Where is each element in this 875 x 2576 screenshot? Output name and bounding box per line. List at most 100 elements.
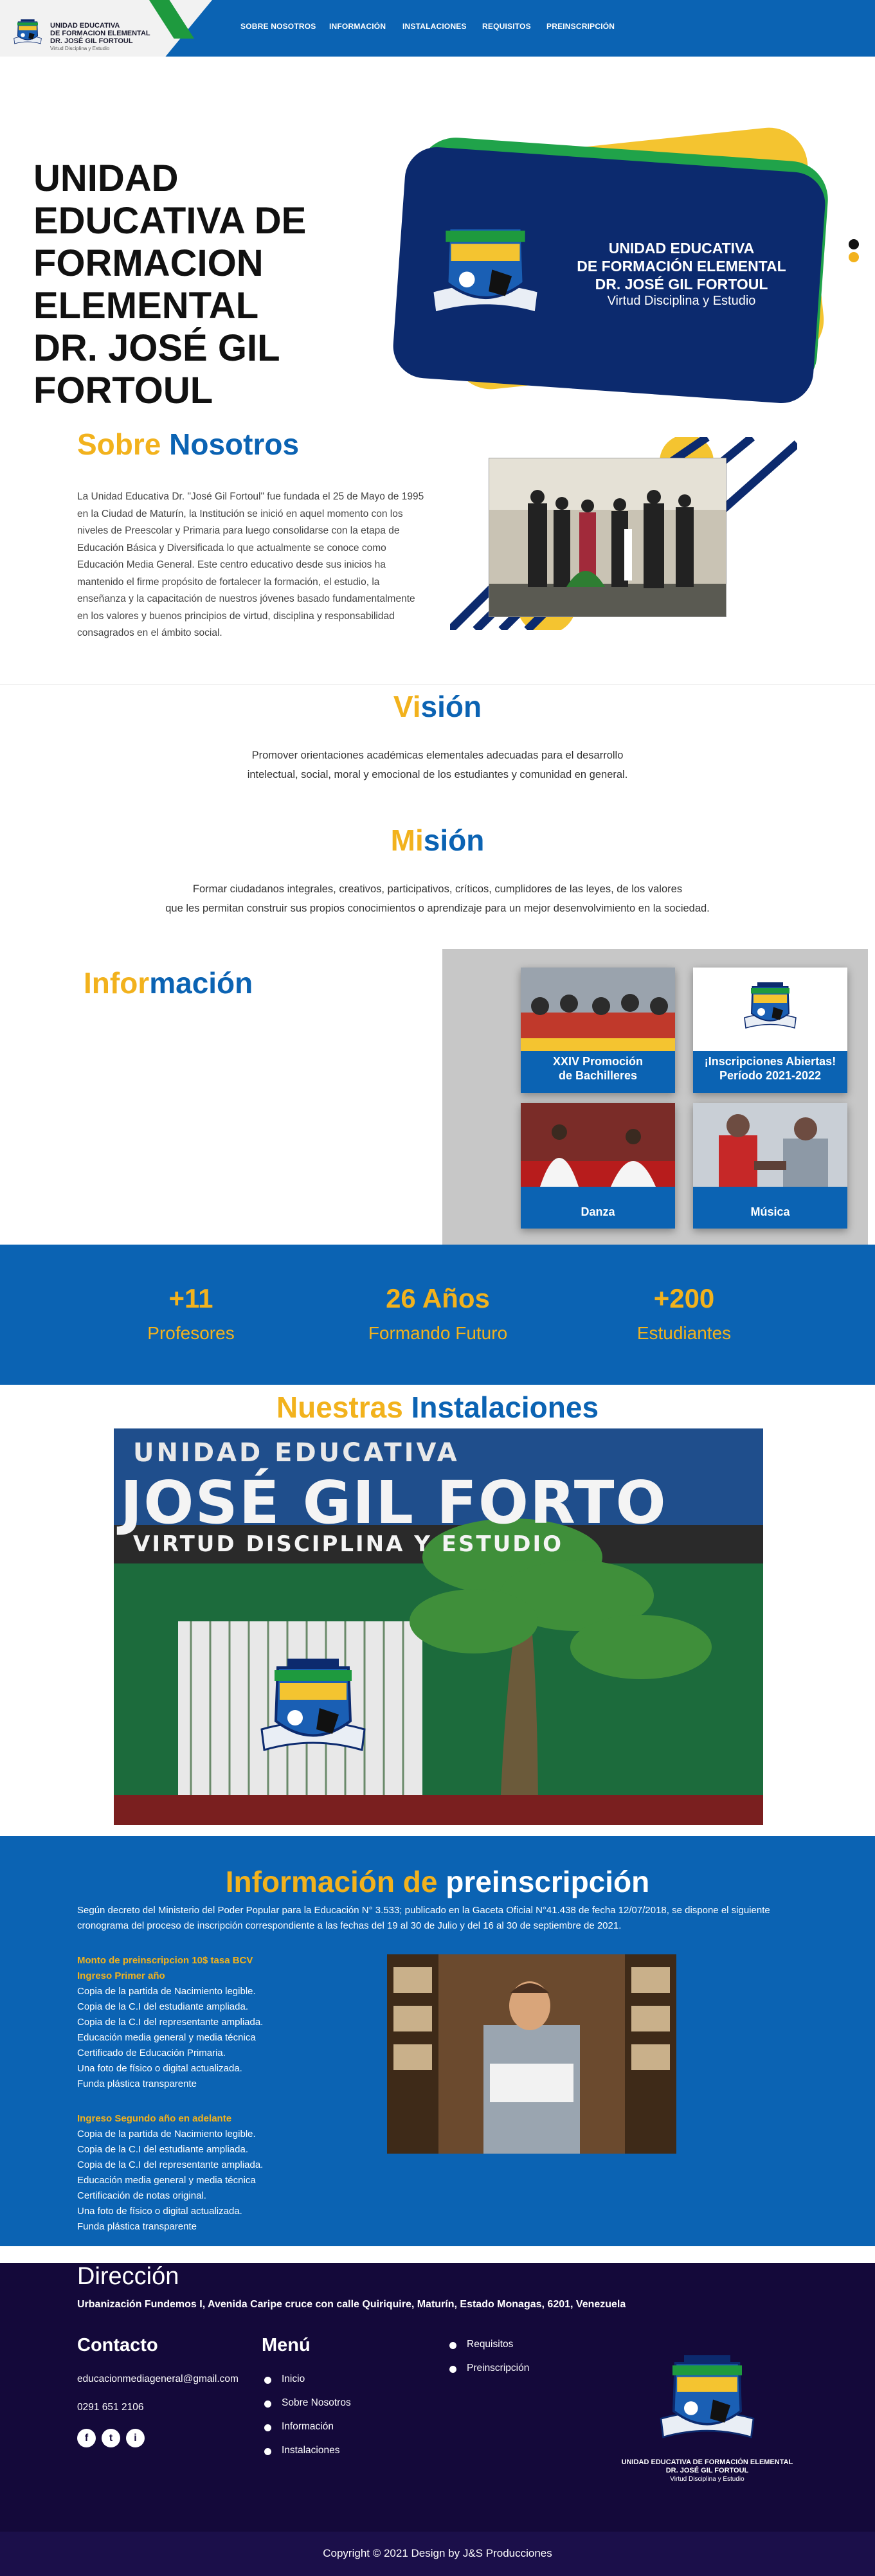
nav-preinscripcion[interactable]: PREINSCRIPCIÓN [546, 22, 615, 31]
stat-number: +11 [168, 1283, 213, 1313]
logo-line4: Virtud Disciplina y Estudio [50, 46, 110, 51]
twitter-icon[interactable]: t [102, 2429, 120, 2447]
info-card-inscripciones[interactable]: ¡Inscripciones Abiertas! Período 2021-20… [693, 968, 847, 1093]
card-caption-line: XXIV Promoción [552, 1055, 644, 1068]
hero-title-line: EDUCATIVA DE [33, 200, 307, 242]
facilities-photo: UNIDAD EDUCATIVA JOSÉ GIL FORTO VIRTUD D… [114, 1428, 763, 1825]
banner-title-line: DR. JOSÉ GIL FORTOUL [595, 276, 768, 293]
school-crest-logo[interactable] [9, 18, 46, 49]
requirement-item: Copia de la C.I del estudiante ampliada. [77, 2144, 249, 2155]
banner-subtitle: Virtud Disciplina y Estudio [607, 294, 756, 308]
about-text: La Unidad Educativa Dr. "José Gil Fortou… [77, 491, 424, 638]
hero-title-line: FORMACION [33, 242, 264, 284]
bullet-icon [264, 2400, 271, 2408]
vision-line: Promover orientaciones académicas elemen… [251, 750, 624, 761]
copyright-text: Copyright © 2021 Design by J&S Produccio… [323, 2547, 552, 2559]
nav-instalaciones[interactable]: INSTALACIONES [402, 22, 467, 31]
facilities-sign-top: UNIDAD EDUCATIVA [133, 1438, 460, 1468]
footer-contact-title: Contacto [77, 2335, 158, 2355]
info-title-a: Infor [84, 966, 150, 1000]
site-header: UNIDAD EDUCATIVA DE FORMACION ELEMENTAL … [0, 0, 875, 57]
footer-menu-sobre-nosotros[interactable]: Sobre Nosotros [282, 2397, 351, 2409]
footer-menu-requisitos[interactable]: Requisitos [467, 2339, 513, 2350]
vision-title-b: sión [420, 690, 482, 723]
info-card-danza[interactable]: Danza [521, 1103, 675, 1229]
hero-title: UNIDAD EDUCATIVA DE FORMACION ELEMENTAL … [33, 158, 368, 412]
hero-title-line: ELEMENTAL [33, 285, 259, 327]
facilities-sign-sub: VIRTUD DISCIPLINA Y ESTUDIO [133, 1531, 564, 1557]
requirement-item: Funda plástica transparente [77, 2221, 197, 2232]
nav-informacion[interactable]: INFORMACIÓN [329, 22, 386, 31]
nav-requisitos[interactable]: REQUISITOS [482, 22, 531, 31]
banner-title: UNIDAD EDUCATIVA DE FORMACIÓN ELEMENTAL … [553, 239, 810, 293]
card-caption: Música [750, 1205, 790, 1218]
info-title: Información [84, 966, 253, 1000]
requirements-second-year: Ingreso Segundo año en adelante Copia de… [77, 2111, 263, 2235]
about-group-photo [489, 458, 726, 617]
requirement-item: Certificado de Educación Primaria. [77, 2048, 226, 2058]
footer-menu-preinscripcion[interactable]: Preinscripción [467, 2363, 529, 2374]
info-card-musica[interactable]: Música [693, 1103, 847, 1229]
banner-title-line: DE FORMACIÓN ELEMENTAL [577, 258, 786, 275]
info-card-promocion[interactable]: XXIV Promoción de Bachilleres [521, 968, 675, 1093]
slider-dot[interactable] [849, 252, 859, 262]
intro-line: Según decreto del Ministerio del Poder P… [77, 1905, 770, 1916]
requirement-item: Copia de la C.I del estudiante ampliada. [77, 2001, 249, 2012]
footer-email[interactable]: educacionmediageneral@gmail.com [77, 2373, 239, 2385]
requirement-item: Certificación de notas original. [77, 2190, 206, 2201]
facebook-icon[interactable]: f [77, 2429, 96, 2447]
stat-number: +200 [653, 1283, 715, 1313]
requirements-heading: Ingreso Primer año [77, 1970, 165, 1981]
info-title-b: mación [149, 966, 253, 1000]
card-caption-line: ¡Inscripciones Abiertas! [704, 1055, 836, 1068]
footer-menu-informacion[interactable]: Información [282, 2421, 334, 2433]
requirement-item: Una foto de físico o digital actualizada… [77, 2063, 242, 2074]
footer-phone[interactable]: 0291 651 2106 [77, 2402, 143, 2413]
footer-address: Urbanización Fundemos I, Avenida Caripe … [77, 2299, 626, 2310]
footer-menu-title: Menú [262, 2335, 311, 2355]
hero-title-line: UNIDAD [33, 158, 179, 199]
about-title-b: Nosotros [169, 428, 300, 461]
vision-title-a: Vi [393, 690, 421, 723]
footer-logo-text: UNIDAD EDUCATIVA DE FORMACIÓN ELEMENTAL … [617, 2458, 797, 2483]
stat-label: Estudiantes [636, 1323, 732, 1343]
requirement-item: Educación media general y media técnica [77, 2032, 256, 2043]
requirement-item: Copia de la partida de Nacimiento legibl… [77, 1986, 256, 1997]
card-image [521, 968, 675, 1051]
about-title: Sobre Nosotros [77, 427, 299, 462]
slider-dot-active[interactable] [849, 239, 859, 249]
logo-line1: UNIDAD EDUCATIVA [50, 22, 120, 30]
preinscription-title-a: Información de [225, 1865, 438, 1898]
mision-title-a: Mi [390, 824, 424, 857]
requirement-item: Educación media general y media técnica [77, 2175, 256, 2186]
bullet-icon [449, 2342, 456, 2349]
facilities-title-a: Nuestras [276, 1391, 403, 1424]
card-caption: ¡Inscripciones Abiertas! Período 2021-20… [693, 1054, 847, 1083]
footer-logo-line: Virtud Disciplina y Estudio [670, 2476, 744, 2483]
mision-line: Formar ciudadanos integrales, creativos,… [192, 883, 683, 895]
mision-text: Formar ciudadanos integrales, creativos,… [0, 879, 875, 918]
card-caption-line: Período 2021-2022 [719, 1069, 822, 1082]
requirement-item: Copia de la partida de Nacimiento legibl… [77, 2129, 256, 2139]
vision-title: Visión [0, 689, 875, 724]
hero-title-line: DR. JOSÉ GIL [33, 327, 280, 369]
facilities-title: Nuestras Instalaciones [0, 1390, 875, 1425]
stat-label: Formando Futuro [368, 1323, 508, 1343]
requirements-fee: Monto de preinscripcion 10$ tasa BCV [77, 1955, 253, 1966]
card-image [521, 1103, 675, 1187]
footer-address-title: Dirección [77, 2263, 179, 2290]
bullet-icon [449, 2366, 456, 2373]
footer-menu-instalaciones[interactable]: Instalaciones [282, 2445, 339, 2456]
student-reading-photo [387, 1954, 676, 2154]
stat-number: 26 Años [386, 1283, 490, 1313]
intro-line: cronograma del proceso de inscripción co… [77, 1920, 622, 1931]
requirement-item: Copia de la C.I del representante amplia… [77, 2017, 264, 2028]
section-divider [0, 684, 875, 685]
about-title-a: Sobre [77, 428, 161, 461]
header-logo-text[interactable]: UNIDAD EDUCATIVA DE FORMACION ELEMENTAL … [50, 22, 150, 53]
instagram-icon[interactable]: i [126, 2429, 145, 2447]
footer-logo-line: UNIDAD EDUCATIVA DE FORMACIÓN ELEMENTAL [621, 2458, 793, 2466]
footer-menu-inicio[interactable]: Inicio [282, 2373, 305, 2385]
nav-sobre-nosotros[interactable]: SOBRE NOSOTROS [240, 22, 316, 31]
requirement-item: Una foto de físico o digital actualizada… [77, 2206, 242, 2217]
